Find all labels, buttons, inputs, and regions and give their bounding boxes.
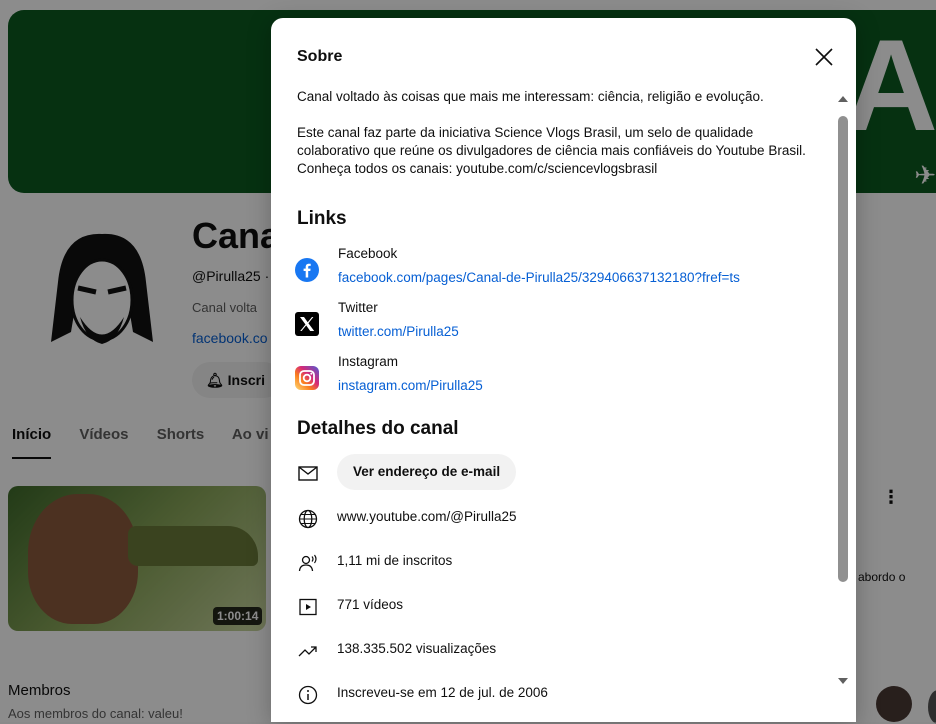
links-heading: Links xyxy=(297,208,347,229)
link-name: Instagram xyxy=(338,354,399,369)
mail-icon xyxy=(298,466,318,481)
globe-icon xyxy=(298,509,318,529)
detail-url: www.youtube.com/@Pirulla25 xyxy=(297,500,817,536)
detail-videos: 771 vídeos xyxy=(297,588,817,624)
joined-date: Inscreveu-se em 12 de jul. de 2006 xyxy=(337,685,548,700)
subscriber-count: 1,11 mi de inscritos xyxy=(337,553,453,568)
video-play-icon xyxy=(299,598,317,616)
channel-about-description: Canal voltado às coisas que mais me inte… xyxy=(297,88,817,196)
link-item-facebook: Facebook facebook.com/pages/Canal-de-Pir… xyxy=(295,246,815,294)
facebook-icon xyxy=(295,258,319,282)
dialog-title: Sobre xyxy=(297,48,343,65)
detail-views: 138.335.502 visualizações xyxy=(297,632,817,668)
link-name: Facebook xyxy=(338,246,398,261)
instagram-link[interactable]: instagram.com/Pirulla25 xyxy=(338,378,483,393)
video-count: 771 vídeos xyxy=(337,597,404,612)
description-paragraph: Canal voltado às coisas que mais me inte… xyxy=(297,89,764,104)
x-twitter-icon xyxy=(295,312,319,336)
detail-joined: Inscreveu-se em 12 de jul. de 2006 xyxy=(297,676,817,712)
scroll-down-arrow-icon[interactable] xyxy=(838,678,848,684)
description-paragraph: Este canal faz parte da iniciativa Scien… xyxy=(297,125,806,176)
link-item-instagram: Instagram instagram.com/Pirulla25 xyxy=(295,354,815,402)
facebook-link[interactable]: facebook.com/pages/Canal-de-Pirulla25/32… xyxy=(338,270,740,285)
link-name: Twitter xyxy=(338,300,378,315)
instagram-icon xyxy=(295,366,319,390)
view-count: 138.335.502 visualizações xyxy=(337,641,497,656)
close-icon xyxy=(815,48,833,66)
view-email-button[interactable]: Ver endereço de e-mail xyxy=(337,454,517,490)
scrollbar-thumb[interactable] xyxy=(838,116,848,582)
trending-icon xyxy=(298,646,317,657)
subscribers-icon xyxy=(298,554,317,572)
link-item-twitter: Twitter twitter.com/Pirulla25 xyxy=(295,300,815,348)
close-button[interactable] xyxy=(809,42,839,72)
detail-subscribers: 1,11 mi de inscritos xyxy=(297,544,817,580)
scroll-up-arrow-icon[interactable] xyxy=(838,96,848,102)
twitter-link[interactable]: twitter.com/Pirulla25 xyxy=(338,324,459,339)
about-dialog: Sobre Canal voltado às coisas que mais m… xyxy=(271,18,856,722)
channel-url[interactable]: www.youtube.com/@Pirulla25 xyxy=(337,509,517,524)
info-icon xyxy=(298,685,318,705)
detail-email: Ver endereço de e-mail xyxy=(297,454,817,490)
details-heading: Detalhes do canal xyxy=(297,418,459,439)
